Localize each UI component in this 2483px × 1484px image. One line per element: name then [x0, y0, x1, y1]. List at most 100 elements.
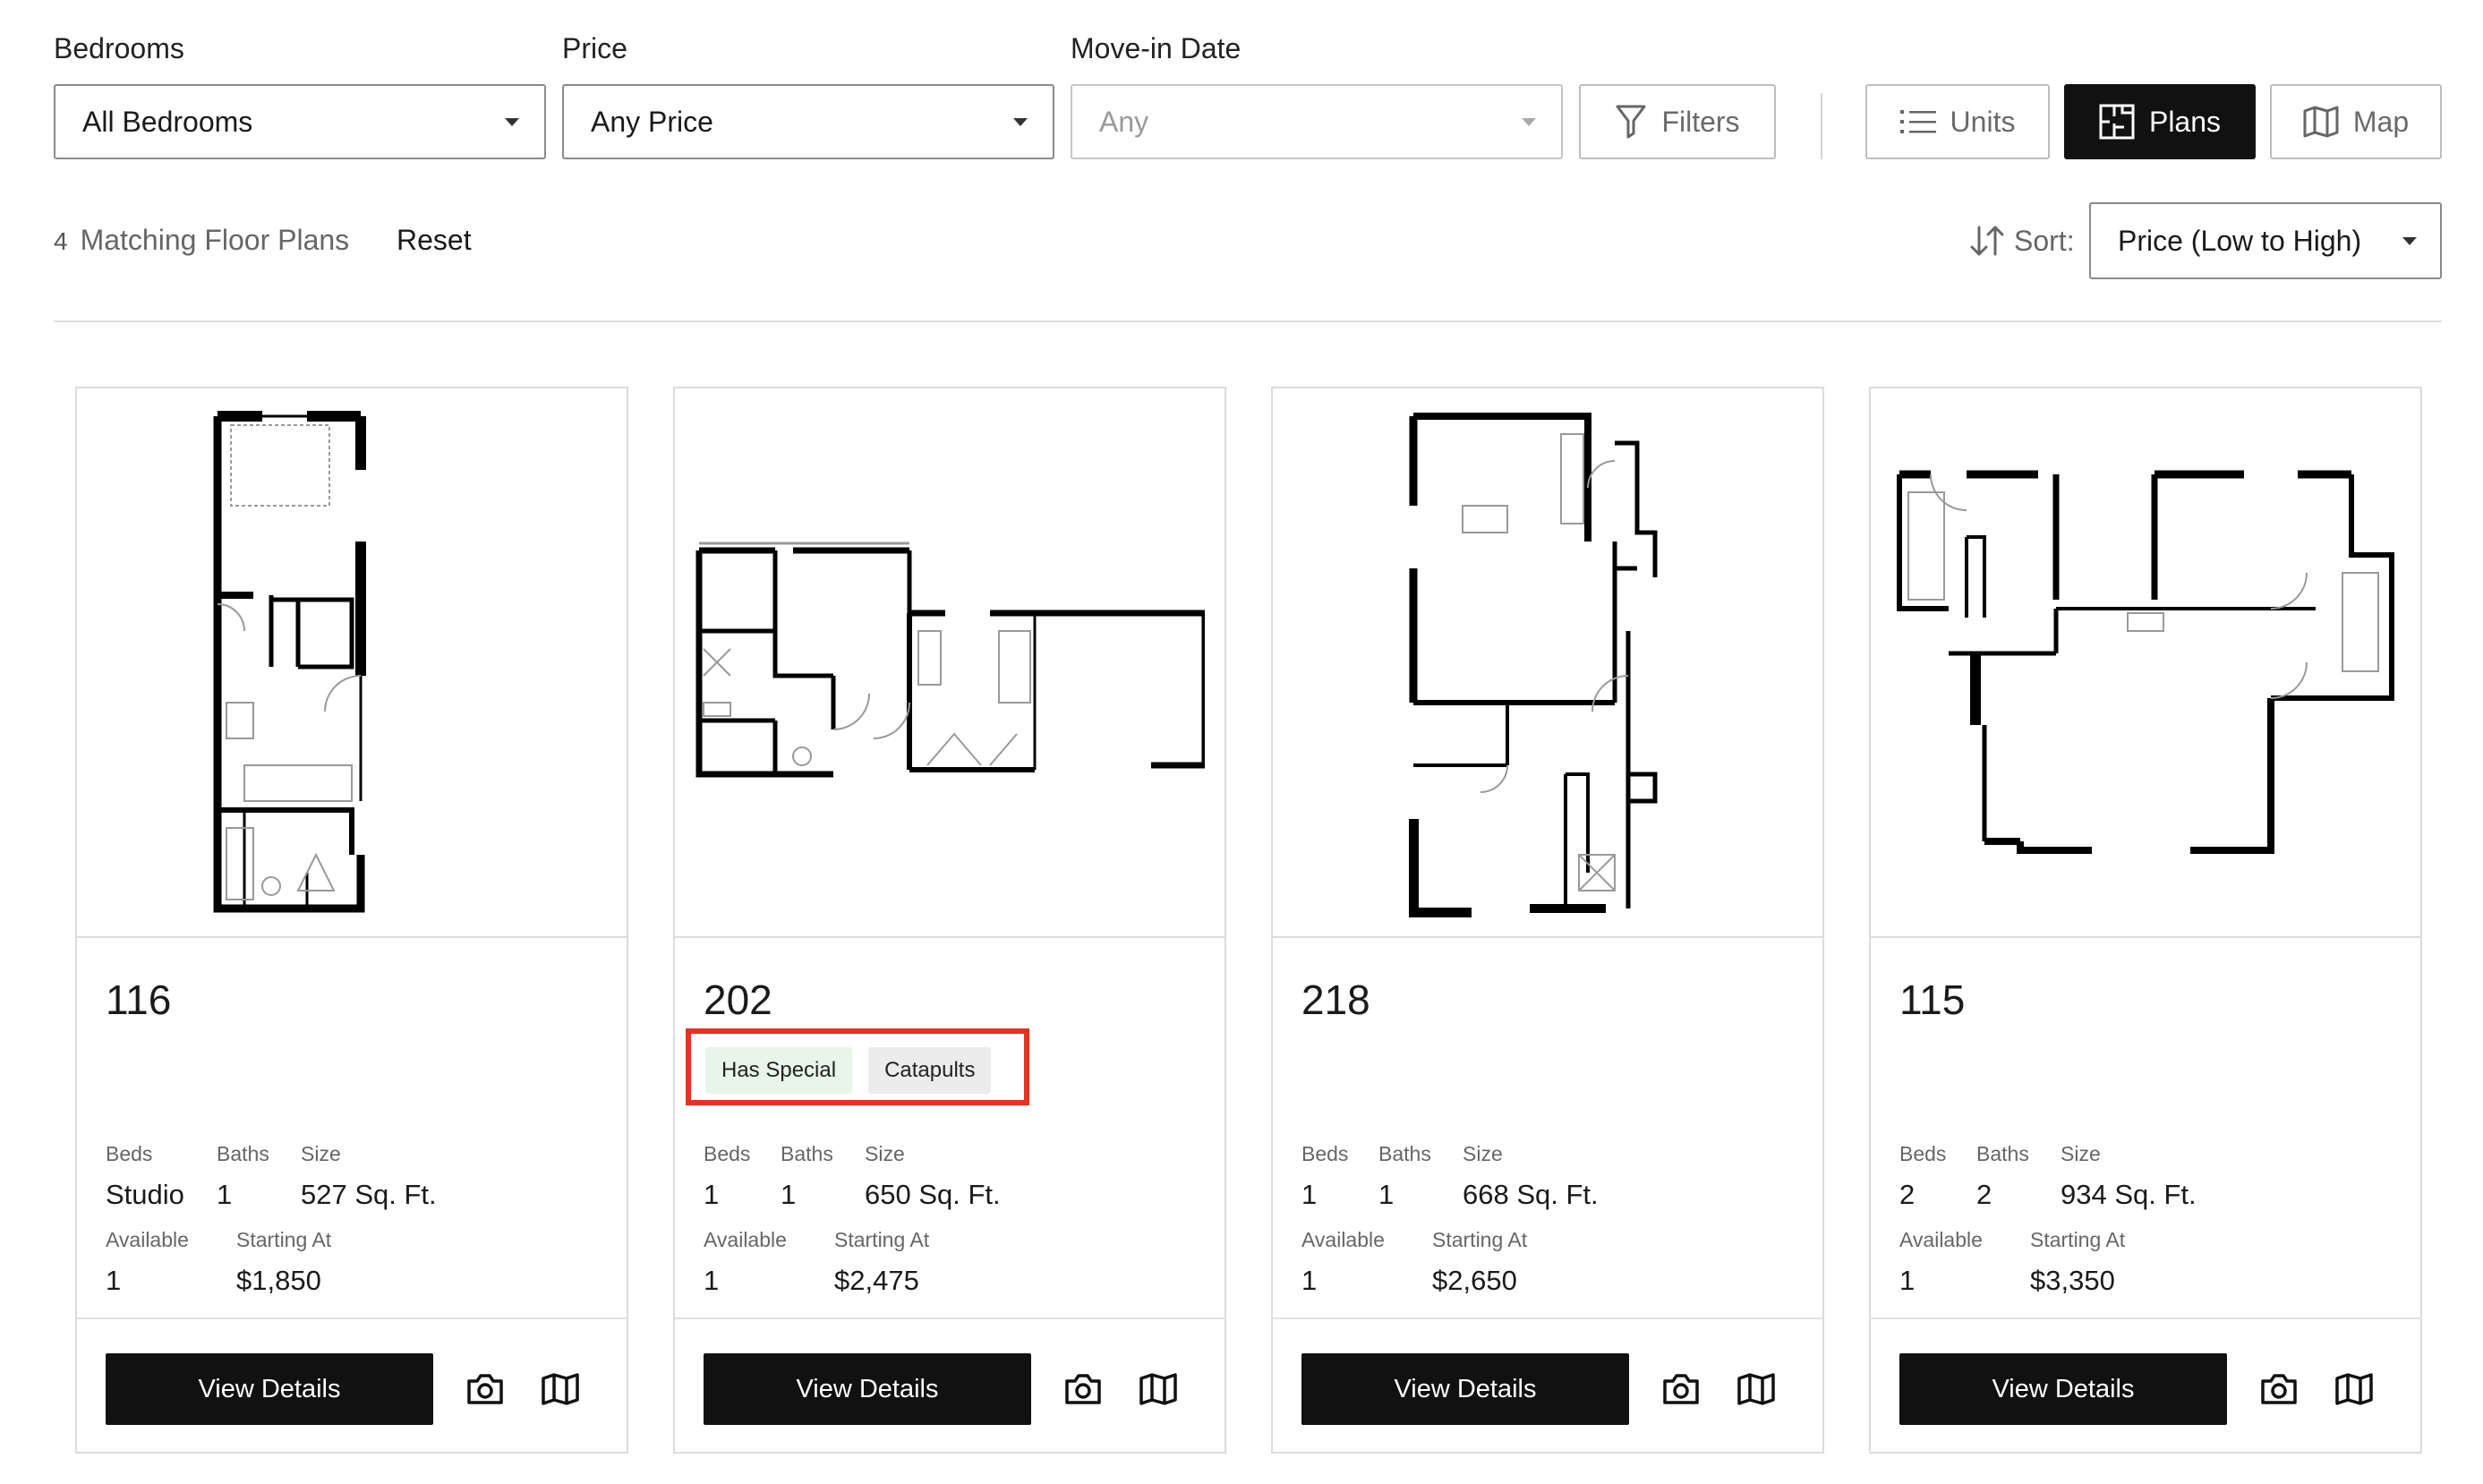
- floorplan-image[interactable]: [1273, 388, 1822, 938]
- plans-view-button[interactable]: Plans: [2064, 84, 2256, 159]
- camera-icon[interactable]: [464, 1368, 507, 1411]
- view-details-button[interactable]: View Details: [1899, 1353, 2227, 1425]
- view-details-button[interactable]: View Details: [704, 1353, 1031, 1425]
- view-details-button[interactable]: View Details: [1301, 1353, 1629, 1425]
- map-view-label: Map: [2352, 105, 2410, 138]
- floorplan-image[interactable]: [1871, 388, 2420, 938]
- price-value: Any Price: [591, 105, 713, 138]
- baths-value: 1: [781, 1179, 797, 1210]
- size-value: 650 Sq. Ft.: [865, 1179, 1001, 1210]
- floorplan-icon: [2099, 104, 2135, 140]
- card-footer-divider: [675, 1318, 1224, 1319]
- filters-button-label: Filters: [1661, 105, 1740, 138]
- units-view-label: Units: [1950, 105, 2016, 138]
- sort-label-text: Sort:: [2014, 224, 2075, 257]
- highlight-box: [686, 1028, 1029, 1105]
- available-label: Available: [106, 1228, 189, 1251]
- map-icon[interactable]: [1137, 1368, 1180, 1411]
- floorplan-image[interactable]: [77, 388, 627, 938]
- filters-button[interactable]: Filters: [1579, 84, 1776, 159]
- chevron-down-icon: [2402, 237, 2417, 245]
- unit-number: 218: [1301, 977, 1370, 1023]
- baths-label: Baths: [1976, 1142, 2029, 1165]
- move-in-label: Move-in Date: [1071, 32, 1242, 64]
- size-stat: Size 934 Sq. Ft.: [2061, 1142, 2197, 1211]
- price-value: $1,850: [236, 1265, 321, 1296]
- beds-value: 2: [1899, 1179, 1916, 1210]
- baths-label: Baths: [217, 1142, 269, 1165]
- baths-stat: Baths 1: [781, 1142, 833, 1211]
- available-stat: Available 1: [106, 1228, 189, 1297]
- results-count-number: 4: [54, 227, 68, 255]
- reset-link[interactable]: Reset: [397, 224, 472, 257]
- available-stat: Available 1: [704, 1228, 787, 1297]
- baths-label: Baths: [1378, 1142, 1431, 1165]
- card-footer-divider: [1871, 1318, 2420, 1319]
- size-stat: Size 527 Sq. Ft.: [301, 1142, 437, 1211]
- move-in-value: Any: [1099, 105, 1149, 138]
- unit-number: 115: [1899, 977, 1966, 1023]
- section-divider: [54, 320, 2442, 322]
- baths-label: Baths: [781, 1142, 833, 1165]
- price-label: Price: [562, 32, 627, 64]
- beds-label: Beds: [704, 1142, 751, 1165]
- price-stat: Starting At $2,650: [1432, 1228, 1527, 1297]
- map-icon: [2303, 106, 2339, 138]
- sort-select[interactable]: Price (Low to High): [2089, 202, 2442, 279]
- view-details-button[interactable]: View Details: [106, 1353, 433, 1425]
- price-stat: Starting At $1,850: [236, 1228, 331, 1297]
- available-stat: Available 1: [1899, 1228, 1983, 1297]
- price-stat: Starting At $3,350: [2030, 1228, 2125, 1297]
- price-stat: Starting At $2,475: [834, 1228, 929, 1297]
- price-select[interactable]: Any Price: [562, 84, 1054, 159]
- map-icon[interactable]: [1735, 1368, 1778, 1411]
- size-label: Size: [301, 1142, 341, 1165]
- chevron-down-icon: [1522, 118, 1536, 126]
- bedrooms-select[interactable]: All Bedrooms: [54, 84, 546, 159]
- floorplan-card: 115 Beds 2 Baths 2 Size 934 Sq. Ft. Avai…: [1869, 387, 2422, 1454]
- floorplan-drawing: [1897, 470, 2394, 854]
- price-value: $2,475: [834, 1265, 919, 1296]
- available-value: 1: [106, 1265, 122, 1296]
- floorplan-drawing: [695, 542, 1205, 778]
- starting-at-label: Starting At: [236, 1228, 332, 1251]
- size-value: 527 Sq. Ft.: [301, 1179, 437, 1210]
- floorplan-drawing: [213, 411, 366, 913]
- available-value: 1: [704, 1265, 720, 1296]
- sort-value: Price (Low to High): [2118, 224, 2362, 257]
- size-value: 668 Sq. Ft.: [1463, 1179, 1599, 1210]
- floorplan-image[interactable]: [675, 388, 1224, 938]
- size-value: 934 Sq. Ft.: [2061, 1179, 2197, 1210]
- beds-stat: Beds 1: [704, 1142, 750, 1211]
- starting-at-label: Starting At: [1432, 1228, 1528, 1251]
- baths-stat: Baths 1: [217, 1142, 269, 1211]
- baths-value: 2: [1976, 1179, 1992, 1210]
- camera-icon[interactable]: [1062, 1368, 1105, 1411]
- camera-icon[interactable]: [2257, 1368, 2300, 1411]
- funnel-icon: [1616, 105, 1646, 139]
- size-label: Size: [2061, 1142, 2101, 1165]
- camera-icon[interactable]: [1660, 1368, 1702, 1411]
- toolbar-divider: [1821, 93, 1822, 159]
- beds-label: Beds: [1899, 1142, 1947, 1165]
- price-value: $2,650: [1432, 1265, 1517, 1296]
- size-stat: Size 650 Sq. Ft.: [865, 1142, 1001, 1211]
- units-view-button[interactable]: Units: [1865, 84, 2050, 159]
- price-value: $3,350: [2030, 1265, 2115, 1296]
- beds-label: Beds: [106, 1142, 153, 1165]
- results-count-label: Matching Floor Plans: [80, 224, 350, 256]
- beds-label: Beds: [1301, 1142, 1349, 1165]
- available-label: Available: [1899, 1228, 1983, 1251]
- map-icon[interactable]: [539, 1368, 582, 1411]
- card-footer-divider: [1273, 1318, 1822, 1319]
- map-view-button[interactable]: Map: [2270, 84, 2442, 159]
- size-label: Size: [865, 1142, 905, 1165]
- available-label: Available: [1301, 1228, 1385, 1251]
- size-stat: Size 668 Sq. Ft.: [1463, 1142, 1599, 1211]
- plans-view-label: Plans: [2148, 105, 2222, 138]
- bedrooms-label: Bedrooms: [54, 32, 184, 64]
- bedrooms-value: All Bedrooms: [82, 105, 253, 138]
- results-count: 4 Matching Floor Plans: [54, 224, 349, 257]
- map-icon[interactable]: [2333, 1368, 2376, 1411]
- move-in-select[interactable]: Any: [1071, 84, 1563, 159]
